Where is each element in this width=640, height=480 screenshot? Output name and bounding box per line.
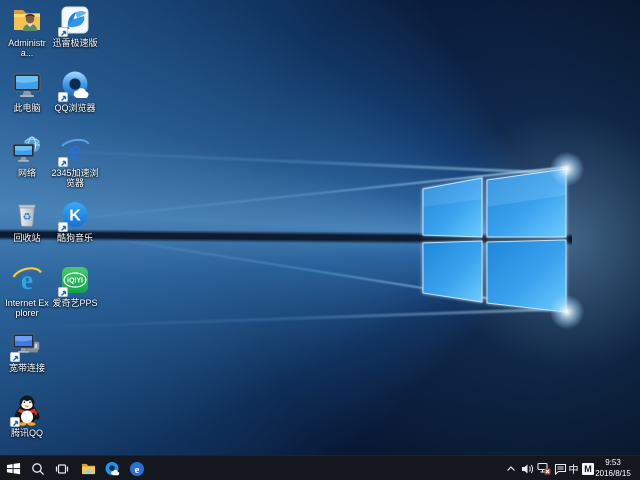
light-flare xyxy=(550,295,584,329)
windows-logo-icon xyxy=(6,461,21,476)
desktop-icon-qq-browser[interactable]: QQ浏览器 xyxy=(51,69,99,113)
svg-text:e: e xyxy=(135,463,140,475)
shortcut-arrow-icon xyxy=(58,287,68,297)
svg-text:iQIYI: iQIYI xyxy=(67,278,83,285)
shortcut-arrow-icon xyxy=(58,92,68,102)
shortcut-arrow-icon xyxy=(58,27,68,37)
desktop-icon-label: 爱奇艺PPS xyxy=(51,298,99,308)
computer-monitor-icon xyxy=(11,69,43,101)
internet-explorer-icon: e xyxy=(11,264,43,296)
shortcut-arrow-icon xyxy=(58,157,68,167)
svg-text:♻: ♻ xyxy=(23,212,32,223)
clock-time: 9:53 xyxy=(588,457,638,468)
taskbar-qq-browser-button[interactable] xyxy=(100,456,124,480)
action-center-icon xyxy=(554,463,567,475)
desktop-icon-label: 2345加速浏览器 xyxy=(51,168,99,188)
desktop-icon-label: 回收站 xyxy=(3,233,51,243)
desktop-icon-label: 此电脑 xyxy=(3,103,51,113)
clock-date: 2016/8/15 xyxy=(588,468,638,479)
desktop-icon-administrator-folder[interactable]: Administra... xyxy=(3,4,51,58)
desktop-icon-label: Internet Explorer xyxy=(3,298,51,318)
tray-volume-button[interactable] xyxy=(518,456,536,480)
desktop-icon-2345-browser[interactable]: e 2345加速浏览器 xyxy=(51,134,99,188)
desktop-icon-label: 腾讯QQ xyxy=(3,428,51,438)
network-disconnected-icon xyxy=(537,462,551,475)
taskbar-2345-browser-button[interactable]: e xyxy=(125,456,149,480)
desktop-icon-internet-explorer[interactable]: e Internet Explorer xyxy=(3,264,51,318)
desktop-icon-label: QQ浏览器 xyxy=(51,103,99,113)
desktop-icon-label: 网络 xyxy=(3,168,51,178)
recycle-bin-icon: ♻ xyxy=(11,199,43,231)
task-view-button[interactable] xyxy=(50,456,74,480)
desktop-icon-label: 宽带连接 xyxy=(3,363,51,373)
qq-browser-icon xyxy=(104,461,120,477)
svg-text:K: K xyxy=(69,208,81,225)
desktop-icon-tencent-qq[interactable]: 腾讯QQ xyxy=(3,394,51,438)
shortcut-arrow-icon xyxy=(10,352,20,362)
desktop-icon-recycle-bin[interactable]: ♻ 回收站 xyxy=(3,199,51,243)
file-explorer-icon xyxy=(81,462,96,475)
task-view-icon xyxy=(55,462,69,476)
windows-desktop: Administra... 迅雷极速版 xyxy=(0,0,640,480)
file-explorer-button[interactable] xyxy=(76,456,100,480)
speaker-icon xyxy=(521,463,534,475)
desktop-icon-kugou-music[interactable]: K 酷狗音乐 xyxy=(51,199,99,243)
desktop-icon-this-pc[interactable]: 此电脑 xyxy=(3,69,51,113)
light-flare xyxy=(550,152,584,186)
2345-browser-icon: e xyxy=(129,461,145,477)
desktop-icon-network[interactable]: 网络 xyxy=(3,134,51,178)
start-button[interactable] xyxy=(1,456,25,480)
desktop-icon-label: 迅雷极速版 xyxy=(51,38,99,48)
desktop-icon-label: 酷狗音乐 xyxy=(51,233,99,243)
desktop-icon-iqiyi-pps[interactable]: iQIYI 爱奇艺PPS xyxy=(51,264,99,308)
desktop-icon-broadband-connection[interactable]: 宽带连接 xyxy=(3,329,51,373)
user-folder-icon xyxy=(11,4,43,36)
ime-mode-text: 中 xyxy=(569,461,579,476)
ime-mode-indicator[interactable]: 中 xyxy=(566,456,581,480)
shortcut-arrow-icon xyxy=(10,417,20,427)
shortcut-arrow-icon xyxy=(58,222,68,232)
taskbar-search-button[interactable] xyxy=(26,456,50,480)
taskbar-clock[interactable]: 9:53 2016/8/15 xyxy=(588,457,638,480)
chevron-up-icon xyxy=(506,464,516,474)
desktop-icon-label: Administra... xyxy=(3,38,51,58)
desktop-icon-xunlei-speed[interactable]: 迅雷极速版 xyxy=(51,4,99,48)
taskbar: e xyxy=(0,455,640,480)
search-icon xyxy=(31,462,45,476)
network-globe-icon xyxy=(11,134,43,166)
